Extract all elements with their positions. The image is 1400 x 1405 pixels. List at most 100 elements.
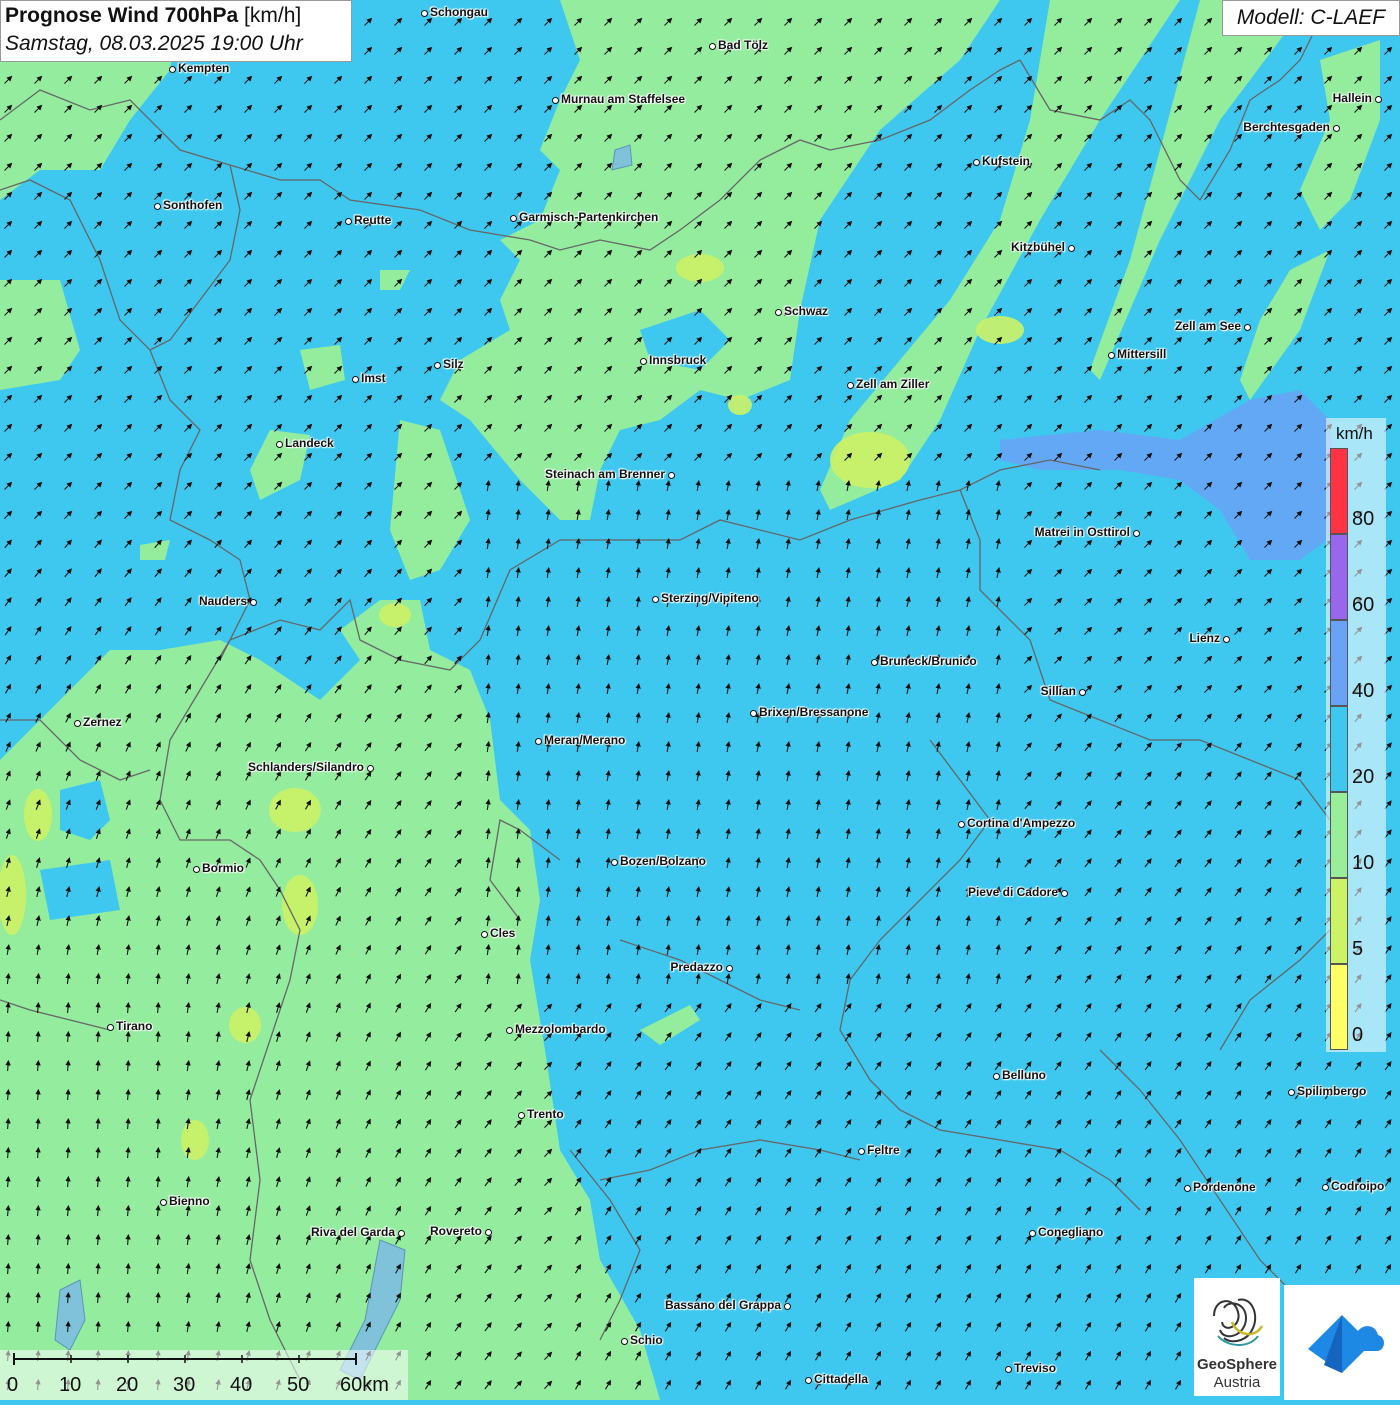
scale-tick-50: 50	[287, 1374, 310, 1396]
scale-tick-0: 0	[7, 1374, 19, 1396]
city-label: Bienno	[169, 1194, 210, 1208]
city-label: Schongau	[430, 5, 489, 19]
city-marker	[725, 964, 733, 972]
city-label: Mezzolombardo	[515, 1022, 606, 1036]
legend-swatch-20-40	[1330, 706, 1348, 792]
city-marker	[106, 1023, 114, 1031]
city-label: Cortina d'Ampezzo	[967, 816, 1076, 830]
city-label: Innsbruck	[649, 353, 707, 367]
city-marker	[972, 158, 980, 166]
title-bold: Prognose Wind 700hPa	[5, 4, 239, 27]
city-marker	[870, 658, 878, 666]
legend-swatch-0-5	[1330, 964, 1348, 1050]
city-label: Kufstein	[982, 154, 1030, 168]
city-marker	[708, 42, 716, 50]
legend-swatch-60-80	[1330, 534, 1348, 620]
geosphere-logo[interactable]: GeoSphere Austria	[1194, 1278, 1280, 1396]
city-label: Cittadella	[814, 1372, 869, 1386]
city-label: Conegliano	[1038, 1225, 1104, 1239]
city-label: Matrei in Osttirol	[1034, 525, 1130, 539]
city-marker	[1332, 124, 1340, 132]
city-marker	[1287, 1088, 1295, 1096]
city-marker	[1078, 688, 1086, 696]
legend-tick-60: 60	[1352, 594, 1375, 616]
scale-tick-40: 40	[230, 1374, 253, 1396]
city-marker	[620, 1337, 628, 1345]
city-marker	[651, 595, 659, 603]
city-label: Meran/Merano	[544, 733, 626, 747]
legend-swatch-40-60	[1330, 620, 1348, 706]
city-marker	[153, 202, 161, 210]
city-label: Schio	[630, 1333, 663, 1347]
city-label: Kempten	[178, 61, 230, 75]
city-marker	[1028, 1229, 1036, 1237]
city-marker	[420, 9, 428, 17]
city-label: Belluno	[1002, 1068, 1046, 1082]
city-marker	[957, 820, 965, 828]
legend-tick-5: 5	[1352, 938, 1364, 960]
city-marker	[667, 471, 675, 479]
city-marker	[517, 1111, 525, 1119]
city-label: Pordenone	[1193, 1180, 1256, 1194]
city-label: Spilimbergo	[1297, 1084, 1367, 1098]
city-marker	[249, 598, 257, 606]
city-marker	[857, 1147, 865, 1155]
city-marker	[159, 1198, 167, 1206]
city-label: Bozen/Bolzano	[620, 854, 706, 868]
city-marker	[846, 381, 854, 389]
city-label: Codroipo	[1331, 1179, 1385, 1193]
city-label: Rovereto	[429, 1224, 482, 1238]
legend-tick-40: 40	[1352, 680, 1375, 702]
city-marker	[484, 1228, 492, 1236]
city-marker	[551, 96, 559, 104]
city-label: Lienz	[1189, 631, 1220, 645]
legend-swatch-10-20	[1330, 792, 1348, 878]
model-label: Modell: C-LAEF	[1222, 0, 1400, 36]
legend-swatch-80-plus	[1330, 448, 1348, 534]
legend-tick-10: 10	[1352, 852, 1375, 874]
color-legend: km/h 80 60 40 20 10 5 0	[1326, 418, 1386, 1052]
map-title: Prognose Wind 700hPa [km/h]	[5, 4, 351, 28]
city-marker	[1183, 1184, 1191, 1192]
legend-tick-80: 80	[1352, 508, 1375, 530]
city-label: Schlanders/Silandro	[247, 760, 364, 774]
city-label: Sterzing/Vipiteno	[661, 591, 759, 605]
city-marker	[480, 930, 488, 938]
city-marker	[1321, 1183, 1329, 1191]
city-marker	[1243, 323, 1251, 331]
city-marker	[1132, 529, 1140, 537]
weather-app-logo[interactable]	[1284, 1285, 1400, 1400]
scale-tick-30: 30	[173, 1374, 196, 1396]
city-label: Silz	[443, 357, 464, 371]
city-label: Nauders	[198, 594, 247, 608]
city-label: Tirano	[116, 1019, 153, 1033]
city-marker	[344, 217, 352, 225]
city-label: Hallein	[1332, 91, 1372, 105]
city-marker	[1374, 95, 1382, 103]
city-marker	[168, 65, 176, 73]
city-label: Zell am Ziller	[856, 377, 930, 391]
city-marker	[534, 737, 542, 745]
geosphere-swirl-icon	[1213, 1298, 1264, 1346]
city-label: Bormio	[202, 861, 244, 875]
city-marker	[1067, 244, 1075, 252]
city-marker	[1222, 635, 1230, 643]
city-label: Murnau am Staffelsee	[561, 92, 686, 106]
city-label: Zell am See	[1174, 319, 1241, 333]
city-marker	[774, 308, 782, 316]
title-unit: [km/h]	[244, 4, 302, 27]
city-label: Treviso	[1014, 1361, 1057, 1375]
city-label: Berchtesgaden	[1243, 120, 1330, 134]
city-label: Pieve di Cadore	[967, 885, 1058, 899]
city-marker	[1004, 1365, 1012, 1373]
city-marker	[783, 1302, 791, 1310]
city-label: Feltre	[867, 1143, 900, 1157]
city-marker	[275, 440, 283, 448]
city-marker	[397, 1229, 405, 1237]
city-marker	[351, 375, 359, 383]
city-label: Brixen/Bressanone	[759, 705, 869, 719]
city-marker	[1060, 889, 1068, 897]
city-label: Bruneck/Brunico	[880, 654, 977, 668]
city-marker	[610, 858, 618, 866]
city-label: Bassano del Grappa	[664, 1298, 781, 1312]
